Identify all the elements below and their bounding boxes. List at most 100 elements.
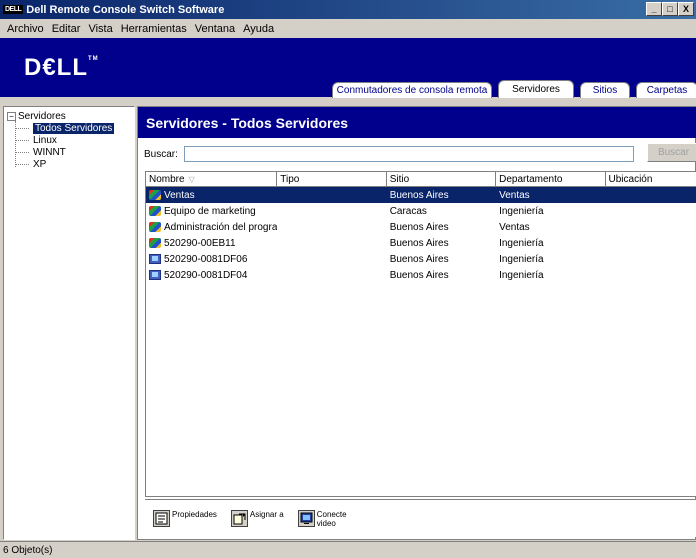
status-bar: 6 Objeto(s) [0, 541, 696, 558]
cell-departamento: Ingeniería [499, 269, 544, 281]
collapse-icon[interactable]: − [7, 111, 16, 121]
cell-ubicacion [606, 251, 696, 267]
cell-tipo [277, 251, 386, 267]
tab-servidores[interactable]: Servidores [498, 80, 574, 98]
menu-vista[interactable]: Vista [84, 23, 116, 35]
assign-icon [230, 510, 248, 527]
menu-bar: Archivo Editar Vista Herramientas Ventan… [0, 19, 696, 38]
cell-tipo [277, 203, 386, 219]
table-row[interactable]: 520290-0081DF04 Buenos Aires Ingeniería [146, 267, 696, 283]
column-header-departamento[interactable]: Departamento [496, 172, 606, 186]
properties-button[interactable]: Propiedades [153, 510, 217, 527]
window-controls: _ □ X [646, 2, 694, 16]
tab-carpetas[interactable]: Carpetas [636, 82, 696, 98]
tree-item-label: XP [33, 158, 47, 170]
tree-item-linux[interactable]: Linux [15, 134, 134, 146]
cell-ubicacion [606, 235, 696, 251]
tab-sitios[interactable]: Sitios [580, 82, 630, 98]
cell-tipo [277, 235, 386, 251]
cell-ubicacion [606, 219, 696, 235]
cell-tipo [277, 219, 386, 235]
minimize-button[interactable]: _ [646, 2, 662, 16]
table-row[interactable]: Equipo de marketing Caracas Ingeniería [146, 203, 696, 219]
cell-nombre: 520290-0081DF06 [146, 251, 277, 267]
window-title: Dell Remote Console Switch Software [26, 3, 225, 16]
menu-archivo[interactable]: Archivo [3, 23, 48, 35]
assign-button[interactable]: Asignar a [230, 510, 284, 527]
table-row[interactable]: Ventas Buenos Aires Ventas [146, 187, 696, 203]
monitor-icon [297, 509, 315, 527]
sort-descending-icon: ▽ [188, 174, 195, 184]
cell-ubicacion [606, 187, 696, 203]
row-name: Equipo de marketing [164, 205, 256, 217]
cell-departamento: Ventas [499, 221, 530, 233]
navigation-tree: − Servidores Todos Servidores Linux WINN… [4, 107, 134, 170]
row-name: 520290-0081DF06 [164, 253, 248, 265]
cell-sitio: Buenos Aires [389, 269, 449, 281]
title-bar: DELL Dell Remote Console Switch Software… [0, 0, 696, 19]
search-row: Buscar: Buscar [144, 143, 696, 163]
menu-ayuda[interactable]: Ayuda [239, 23, 278, 35]
windows-icon [149, 222, 161, 232]
action-toolbar: Propiedades Asignar a Conecte video [145, 499, 696, 537]
table-row[interactable]: Administración del programa Buenos Aires… [146, 219, 696, 235]
cell-nombre: 520290-00EB11 [146, 235, 277, 251]
dell-logo: D€LLTM [24, 54, 99, 82]
column-header-nombre[interactable]: Nombre ▽ [146, 172, 278, 186]
column-header-tipo[interactable]: Tipo [277, 172, 387, 186]
cell-ubicacion [606, 267, 696, 283]
cell-sitio: Caracas [389, 205, 427, 217]
cell-sitio: Buenos Aires [389, 253, 449, 265]
assign-label: Asignar a [249, 510, 284, 519]
page-title: Servidores - Todos Servidores [138, 107, 696, 138]
cell-departamento: Ingeniería [499, 253, 544, 265]
tree-item-todos-servidores[interactable]: Todos Servidores [15, 122, 134, 134]
computer-icon [149, 254, 161, 264]
object-count: 6 Objeto(s) [3, 544, 53, 556]
cell-departamento: Ingeniería [499, 237, 544, 249]
tree-root-label: Servidores [18, 110, 66, 122]
app-icon: DELL [3, 5, 24, 14]
row-name: Ventas [164, 189, 195, 201]
search-label: Buscar: [144, 148, 178, 160]
column-label: Nombre [149, 173, 185, 185]
tree-item-winnt[interactable]: WINNT [15, 146, 134, 158]
connect-video-button[interactable]: Conecte video [297, 509, 347, 528]
tree-item-xp[interactable]: XP [15, 158, 134, 170]
table-row[interactable]: 520290-0081DF06 Buenos Aires Ingeniería [146, 251, 696, 267]
cell-tipo [277, 187, 386, 203]
servers-table: Nombre ▽ Tipo Sitio Departamento Ubicaci… [145, 171, 696, 497]
cell-tipo [277, 267, 386, 283]
column-header-sitio[interactable]: Sitio [387, 172, 497, 186]
maximize-button[interactable]: □ [662, 2, 678, 16]
menu-herramientas[interactable]: Herramientas [117, 23, 191, 35]
connect-video-label: Conecte video [317, 510, 347, 528]
search-input[interactable] [184, 146, 634, 162]
cell-ubicacion [606, 203, 696, 219]
navigation-tree-pane: − Servidores Todos Servidores Linux WINN… [3, 106, 135, 540]
cell-departamento: Ingeniería [499, 205, 544, 217]
cell-nombre: Equipo de marketing [146, 203, 277, 219]
windows-icon [149, 238, 161, 248]
menu-ventana[interactable]: Ventana [191, 23, 239, 35]
menu-editar[interactable]: Editar [48, 23, 85, 35]
search-button[interactable]: Buscar [647, 143, 696, 162]
logo-tm: TM [88, 56, 99, 62]
row-name: Administración del programa [164, 221, 278, 233]
column-header-ubicacion[interactable]: Ubicación [606, 172, 696, 186]
cell-departamento: Ventas [499, 189, 530, 201]
windows-icon [149, 206, 161, 216]
connect-label-line1: Conecte [316, 509, 347, 519]
tree-item-label: Todos Servidores [33, 122, 115, 134]
row-name: 520290-0081DF04 [164, 269, 248, 281]
tree-item-label: WINNT [33, 146, 66, 158]
cell-sitio: Buenos Aires [389, 221, 449, 233]
close-button[interactable]: X [678, 2, 694, 16]
properties-label: Propiedades [172, 510, 217, 519]
tab-conmutadores[interactable]: Conmutadores de consola remota [332, 82, 492, 98]
cell-nombre: Administración del programa [146, 219, 277, 235]
row-name: 520290-00EB11 [164, 237, 236, 249]
table-row[interactable]: 520290-00EB11 Buenos Aires Ingeniería [146, 235, 696, 251]
tree-root-servidores[interactable]: − Servidores [7, 110, 134, 122]
cell-sitio: Buenos Aires [389, 237, 449, 249]
